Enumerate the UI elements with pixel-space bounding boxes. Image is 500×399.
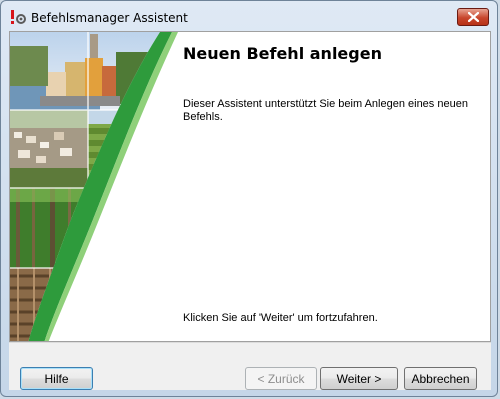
- help-button[interactable]: Hilfe: [20, 367, 93, 390]
- wizard-page: Neuen Befehl anlegen Dieser Assistent un…: [9, 31, 491, 342]
- cancel-button[interactable]: Abbrechen: [404, 367, 477, 390]
- page-title: Neuen Befehl anlegen: [183, 44, 382, 63]
- wizard-banner-image: [10, 32, 178, 341]
- title-bar[interactable]: Befehlsmanager Assistent: [1, 1, 497, 31]
- back-button[interactable]: < Zurück: [245, 367, 317, 390]
- button-bar: Hilfe < Zurück Weiter > Abbrechen: [9, 342, 491, 390]
- page-description: Dieser Assistent unterstützt Sie beim An…: [183, 98, 468, 123]
- continue-hint: Klicken Sie auf 'Weiter' um fortzufahren…: [183, 312, 378, 324]
- close-icon: [468, 12, 479, 22]
- wizard-window: Befehlsmanager Assistent Neuen Befehl an…: [0, 0, 498, 397]
- close-button[interactable]: [457, 8, 489, 26]
- app-icon: [9, 9, 27, 25]
- window-title: Befehlsmanager Assistent: [31, 11, 188, 25]
- next-button[interactable]: Weiter >: [320, 367, 398, 390]
